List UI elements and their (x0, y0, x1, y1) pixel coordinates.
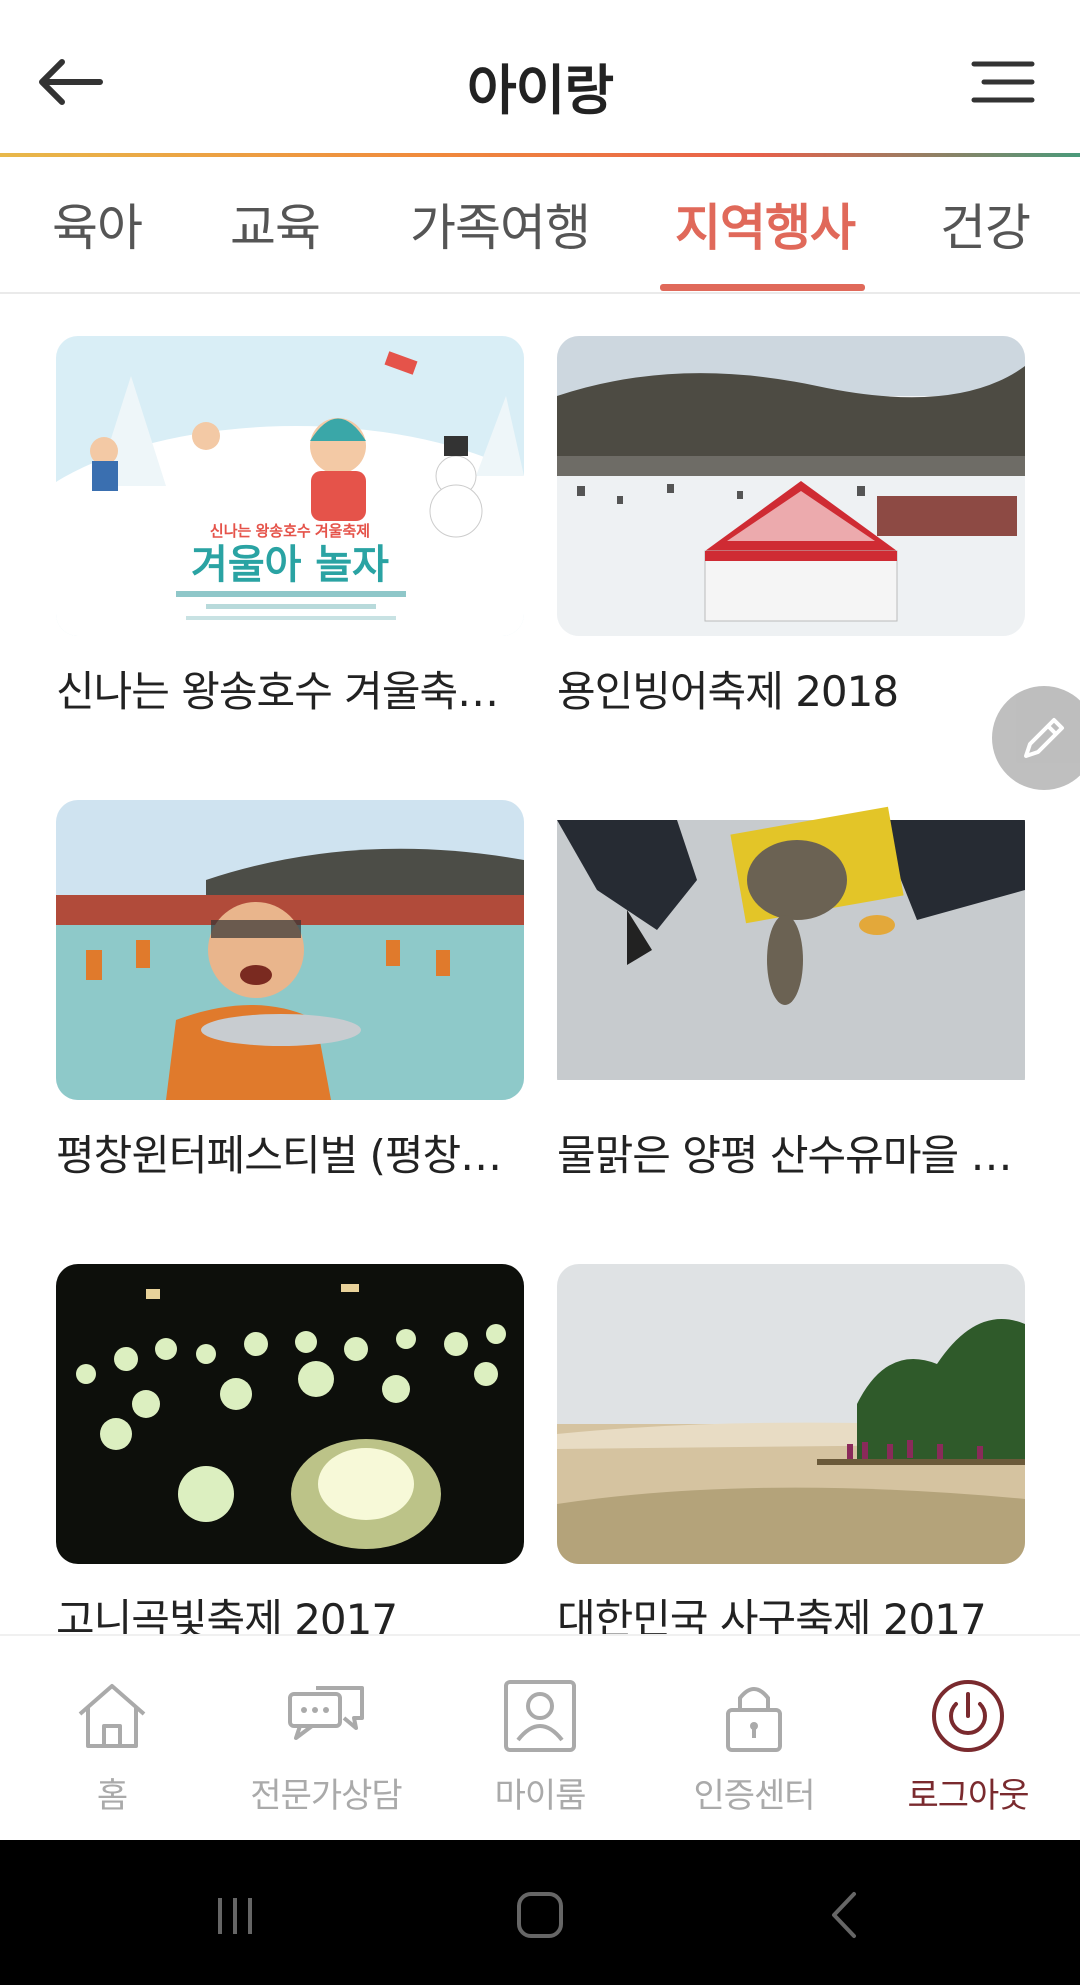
nav-expert-consult[interactable]: 전문가상담 (218, 1636, 434, 1840)
nav-my-room[interactable]: 마이룸 (432, 1636, 648, 1840)
event-title: 평창윈터페스티벌 (평창송어축제) (56, 1131, 524, 1180)
pencil-icon (1024, 718, 1064, 758)
chevron-left-icon (832, 1892, 856, 1938)
hamburger-menu-icon (971, 61, 1035, 103)
chat-icon (288, 1686, 364, 1740)
system-navigation-bar (0, 1840, 1080, 1985)
event-card[interactable]: 용인빙어축제 2018 (557, 336, 1025, 719)
header-divider (0, 153, 1080, 157)
nav-label: 인증센터 (693, 1776, 815, 1816)
bottom-navigation: 홈 전문가상담 마이룸 인증센터 로그아웃 (0, 1634, 1080, 1840)
event-thumbnail (557, 336, 1025, 636)
app-header: 아이랑 (0, 0, 1080, 157)
event-card[interactable]: 물맑은 양평 산수유마을 빙어축제 (557, 800, 1025, 1183)
event-card[interactable]: 신나는 왕송호수 겨울축제 겨울아 놀자 신나는 왕송호수 겨울축제 2017 (56, 336, 524, 719)
home-icon (78, 1684, 146, 1748)
active-tab-indicator (660, 284, 865, 291)
event-thumbnail (56, 800, 524, 1100)
nav-auth-center[interactable]: 인증센터 (646, 1636, 862, 1840)
write-fab-button[interactable] (992, 686, 1080, 790)
profile-icon (504, 1680, 576, 1752)
system-back-button[interactable] (810, 1880, 880, 1950)
poster-subtitle: 신나는 왕송호수 겨울축제 (210, 523, 370, 540)
recent-apps-icon (218, 1898, 252, 1934)
lock-icon (726, 1687, 782, 1752)
menu-button[interactable] (960, 42, 1040, 122)
event-title: 물맑은 양평 산수유마을 빙어축제 (557, 1131, 1025, 1180)
nav-home[interactable]: 홈 (4, 1636, 220, 1840)
nav-label: 홈 (96, 1776, 128, 1816)
event-title: 신나는 왕송호수 겨울축제 2017 (56, 667, 524, 716)
tab-health[interactable]: 건강 (940, 188, 1031, 260)
tab-local-events[interactable]: 지역행사 (675, 188, 856, 260)
event-card[interactable]: 평창윈터페스티벌 (평창송어축제) (56, 800, 524, 1183)
event-thumbnail (557, 1264, 1025, 1564)
app-screen: 아이랑 육아 교육 가족여행 지역행사 건강 신나는 왕송호수 겨울축제 겨울아… (0, 0, 1080, 1840)
event-title: 용인빙어축제 2018 (557, 667, 899, 716)
page-title: 아이랑 (466, 59, 614, 122)
event-card[interactable]: 대한민국 사구축제 2017 (557, 1264, 1025, 1647)
category-tabs: 육아 교육 가족여행 지역행사 건강 (0, 158, 1080, 294)
event-thumbnail: 신나는 왕송호수 겨울축제 겨울아 놀자 (56, 336, 524, 636)
power-icon (932, 1680, 1004, 1752)
event-card[interactable]: 고니곡빛축제 2017 (56, 1264, 524, 1647)
nav-logout[interactable]: 로그아웃 (860, 1636, 1076, 1840)
tab-parenting[interactable]: 육아 (52, 188, 143, 260)
poster-headline: 겨울아 놀자 (191, 542, 389, 588)
home-square-icon (517, 1892, 563, 1938)
event-thumbnail (557, 800, 1025, 1100)
nav-label: 전문가상담 (250, 1776, 402, 1816)
nav-label: 마이룸 (494, 1776, 587, 1816)
home-system-button[interactable] (505, 1880, 575, 1950)
nav-label: 로그아웃 (907, 1776, 1029, 1816)
recent-apps-button[interactable] (200, 1880, 270, 1950)
tab-education[interactable]: 교육 (230, 188, 321, 260)
event-thumbnail (56, 1264, 524, 1564)
tab-family-travel[interactable]: 가족여행 (410, 188, 591, 260)
